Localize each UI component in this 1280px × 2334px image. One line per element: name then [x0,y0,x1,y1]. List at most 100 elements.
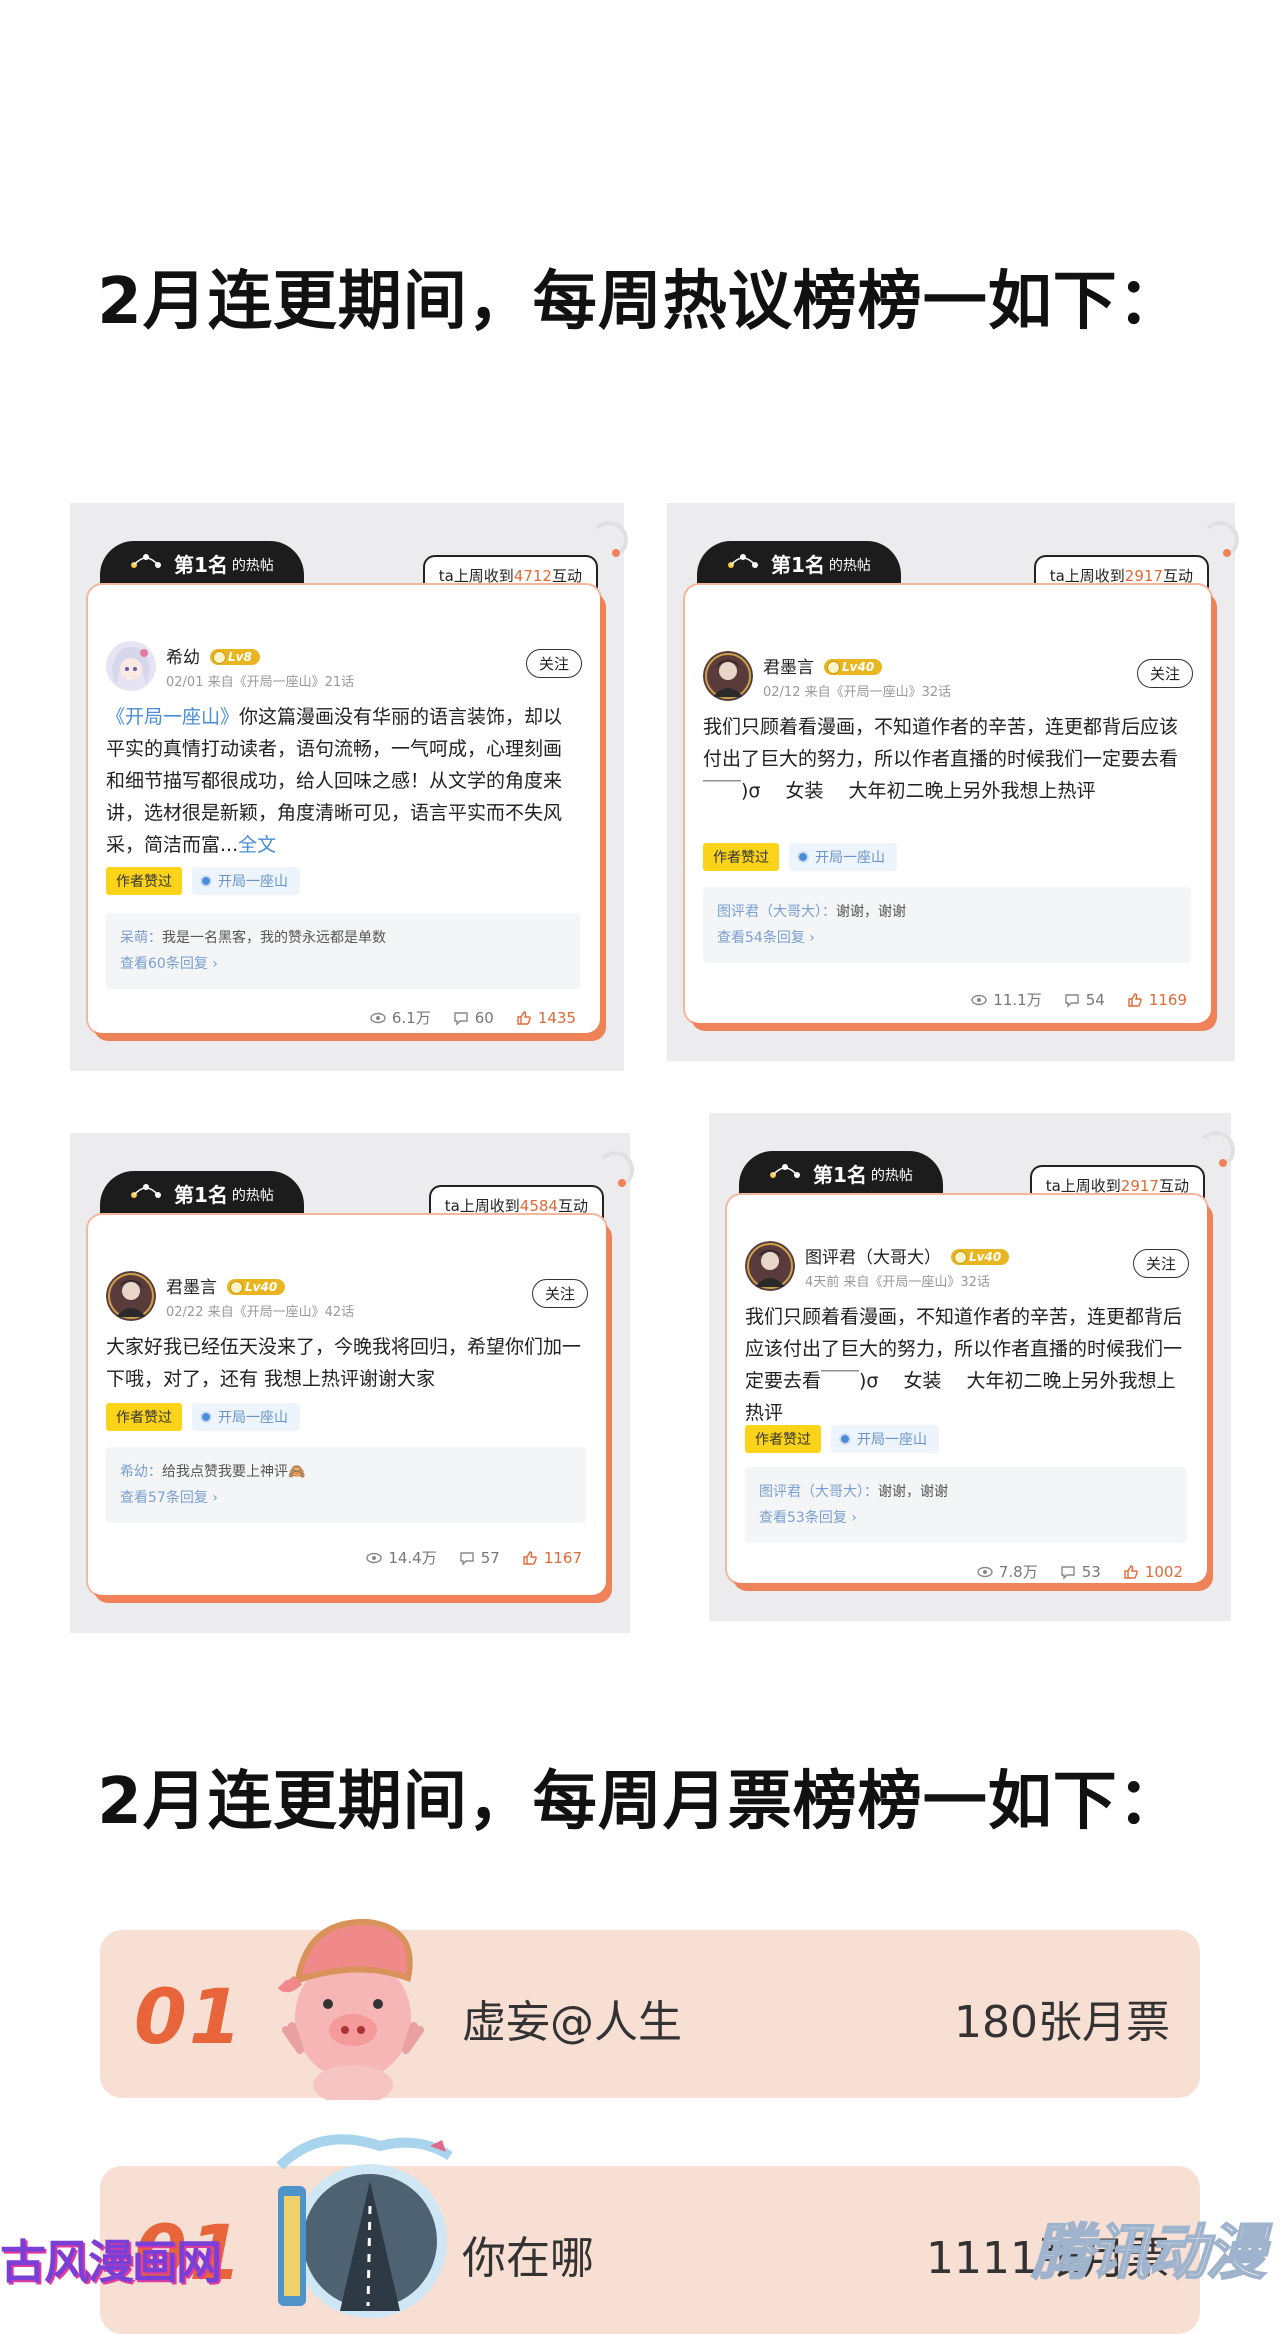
reply-preview[interactable]: 希幼：给我点赞我要上神评🙈 查看57条回复 › [106,1447,586,1523]
post-panel: 第1名 的热帖 ta上周收到4712互动 希幼 Lv8 02/01 来自《开局一座山… [70,503,628,1071]
rank-tab: 第1名 的热帖 [739,1151,943,1195]
follow-button[interactable]: 关注 [1136,659,1193,688]
ranking-ticket-count: 180张月票 [954,1997,1170,2048]
decorative-arc-icon [590,521,628,559]
comic-tag[interactable]: 开局一座山 [192,1403,300,1431]
rank-label: 第1名 [174,552,228,577]
comic-tag[interactable]: 开局一座山 [192,867,300,895]
post-content[interactable]: 我们只顾着看漫画，不知道作者的辛苦，连更都背后应该付出了巨大的努力，所以作者直播… [703,711,1191,807]
comic-tag[interactable]: 开局一座山 [789,843,897,871]
views-stat: 11.1万 [971,989,1042,1010]
post-author-row: 君墨言 Lv40 02/12 来自《开局一座山》32话 关注 [703,651,1193,707]
hot-posts-heading: 2月连更期间，每周热议榜榜一如下： [97,265,1183,339]
author-liked-tag: 作者赞过 [106,867,182,895]
post-card[interactable]: 图评君（大哥大） Lv40 4天前 来自《开局一座山》32话 关注 我们只顾着看漫… [727,1195,1207,1583]
post-content[interactable]: 大家好我已经伍天没来了，今晚我将回归，希望你们加一下哦，对了，还有 我想上热评谢… [106,1331,586,1395]
decorative-arc-icon [596,1151,634,1189]
level-badge: Lv40 [227,1279,286,1295]
view-replies-link[interactable]: 查看54条回复 › [717,925,1177,951]
post-stats: 14.4万 57 1167 [366,1547,582,1568]
post-tags: 作者赞过 开局一座山 [106,867,300,895]
read-more-link[interactable]: 全文 [238,834,276,856]
rank-badge-icon [770,1164,800,1178]
reply-preview[interactable]: 图评君（大哥大）：谢谢，谢谢 查看54条回复 › [703,887,1191,963]
post-tags: 作者赞过 开局一座山 [745,1425,939,1453]
comic-tag[interactable]: 开局一座山 [831,1425,939,1453]
post-content[interactable]: 我们只顾着看漫画，不知道作者的辛苦，连更都背后应该付出了巨大的努力，所以作者直播… [745,1301,1187,1429]
decorative-arc-icon [1197,1131,1235,1169]
post-meta: 02/12 来自《开局一座山》32话 [763,685,952,700]
dark-character-avatar-icon [106,1271,156,1321]
interactions-prefix: ta上周收到 [438,567,514,585]
follow-button[interactable]: 关注 [531,1279,588,1308]
view-replies-link[interactable]: 查看60条回复 › [120,951,566,977]
follow-button[interactable]: 关注 [525,649,582,678]
monthly-tickets-heading: 2月连更期间，每周月票榜榜一如下： [97,1765,1183,1839]
post-meta: 4天前 来自《开局一座山》32话 [805,1275,990,1290]
eye-icon [370,1012,386,1023]
level-badge: Lv8 [210,649,260,665]
post-author-row: 希幼 Lv8 02/01 来自《开局一座山》21话 关注 [106,641,582,697]
post-author-row: 图评君（大哥大） Lv40 4天前 来自《开局一座山》32话 关注 [745,1241,1189,1297]
post-meta: 02/22 来自《开局一座山》42话 [166,1305,355,1320]
comments-stat[interactable]: 54 [1064,991,1105,1009]
views-stat: 14.4万 [366,1547,437,1568]
views-stat: 7.8万 [977,1561,1038,1582]
site-watermark-right: 腾讯动漫 [1031,2217,1267,2289]
eye-icon [971,994,988,1005]
cartoon-pig-avatar-icon [278,1918,424,2100]
username[interactable]: 希幼 Lv8 [166,643,260,668]
rank-tab: 第1名 的热帖 [100,541,304,585]
post-tags: 作者赞过 开局一座山 [703,843,897,871]
likes-stat[interactable]: 1435 [516,1009,576,1027]
reply-preview[interactable]: 呆萌：我是一名黑客，我的赞永远都是单数 查看60条回复 › [106,913,580,989]
views-stat: 6.1万 [370,1007,431,1028]
user-avatar[interactable] [703,651,753,701]
reply-preview[interactable]: 图评君（大哥大）：谢谢，谢谢 查看53条回复 › [745,1467,1187,1543]
interactions-prefix: ta上周收到 [1049,567,1125,585]
post-card[interactable]: 希幼 Lv8 02/01 来自《开局一座山》21话 关注 《开局一座山》你这篇漫画… [88,585,600,1033]
likes-stat[interactable]: 1167 [522,1549,582,1567]
post-meta: 02/01 来自《开局一座山》21话 [166,675,355,690]
rank-badge-icon [131,554,161,568]
rank-suffix: 的热帖 [828,558,871,574]
reply-user[interactable]: 图评君（大哥大）： [717,904,836,920]
interactions-value: 2917 [1120,1177,1159,1195]
username[interactable]: 君墨言 Lv40 [166,1273,286,1298]
rank-label: 第1名 [771,552,825,577]
comment-icon [1065,993,1079,1008]
reply-user[interactable]: 呆萌： [120,930,162,946]
comments-stat[interactable]: 60 [453,1009,494,1027]
likes-stat[interactable]: 1169 [1127,991,1187,1009]
rank-suffix: 的热帖 [231,1188,274,1204]
post-content[interactable]: 《开局一座山》你这篇漫画没有华丽的语言装饰，却以平实的真情打动读者，语句流畅，一… [106,701,580,861]
comments-stat[interactable]: 57 [459,1549,500,1567]
user-avatar[interactable] [106,1271,156,1321]
dark-character-avatar-icon [703,651,753,701]
post-card[interactable]: 君墨言 Lv40 02/22 来自《开局一座山》42话 关注 大家好我已经伍天没来… [88,1215,606,1595]
interactions-value: 4584 [519,1197,558,1215]
reply-user[interactable]: 图评君（大哥大）： [759,1484,878,1500]
view-replies-link[interactable]: 查看57条回复 › [120,1485,572,1511]
rank-label: 第1名 [813,1162,867,1187]
rank-label: 第1名 [174,1182,228,1207]
reply-user[interactable]: 希幼： [120,1464,162,1480]
anime-girl-avatar-icon [106,641,156,691]
interactions-prefix: ta上周收到 [1045,1177,1121,1195]
user-avatar[interactable] [106,641,156,691]
likes-stat[interactable]: 1002 [1123,1563,1183,1581]
eye-icon [977,1566,993,1577]
comic-title-link[interactable]: 《开局一座山》 [106,706,239,728]
user-avatar[interactable] [745,1241,795,1291]
ranking-user-name: 你在哪 [462,2233,594,2284]
interactions-suffix: 互动 [551,567,582,585]
reply-text: 谢谢，谢谢 [878,1484,948,1500]
reply-text: 谢谢，谢谢 [836,904,906,920]
username[interactable]: 图评君（大哥大） Lv40 [805,1243,1010,1268]
site-watermark-left: 古风漫画网 [0,2235,222,2289]
comments-stat[interactable]: 53 [1060,1563,1101,1581]
view-replies-link[interactable]: 查看53条回复 › [759,1505,1173,1531]
username[interactable]: 君墨言 Lv40 [763,653,883,678]
post-card[interactable]: 君墨言 Lv40 02/12 来自《开局一座山》32话 关注 我们只顾着看漫画，不… [685,585,1211,1023]
follow-button[interactable]: 关注 [1132,1249,1189,1278]
